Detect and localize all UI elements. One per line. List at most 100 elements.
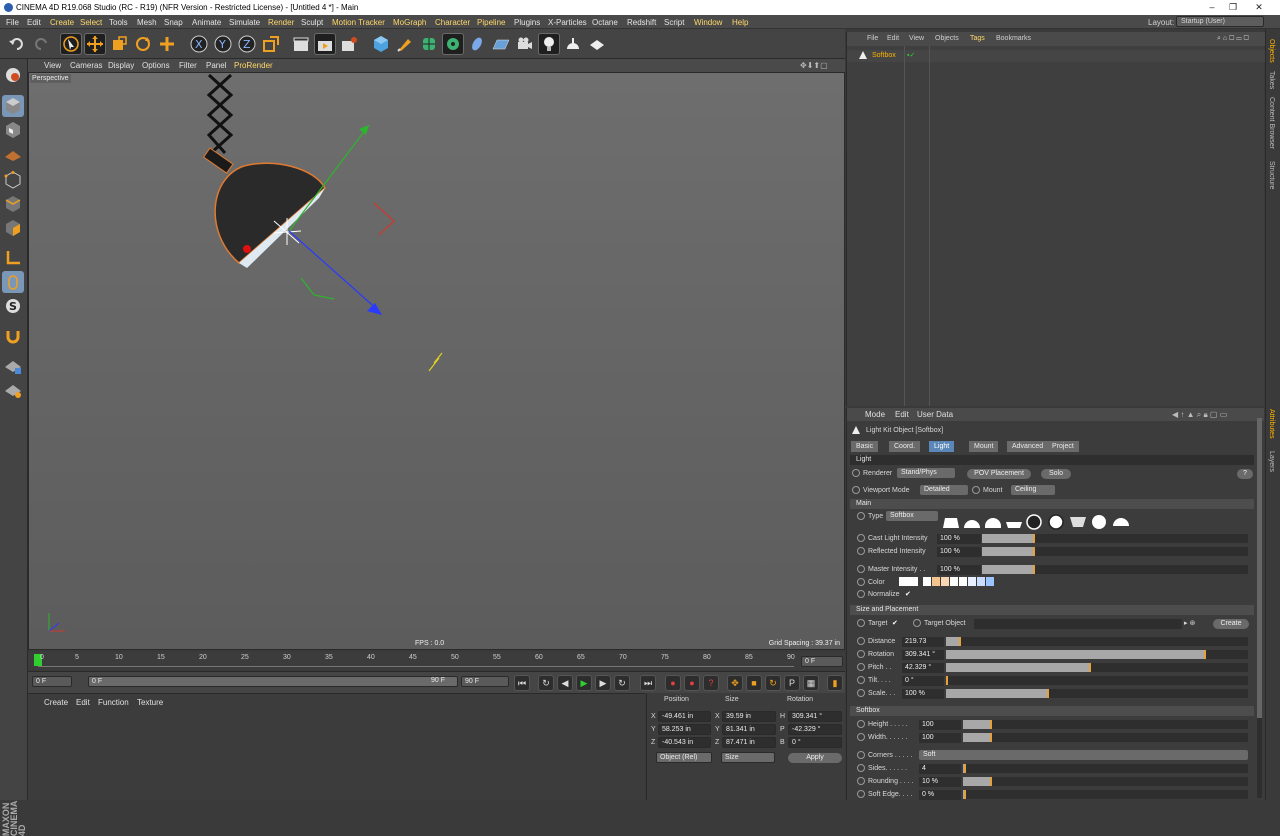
- viewport-menu-display[interactable]: Display: [108, 61, 134, 70]
- normalize-checkbox[interactable]: ✔: [905, 590, 911, 598]
- softbox-button[interactable]: [586, 33, 608, 55]
- workplane-lock-button[interactable]: [2, 355, 24, 377]
- size-x-field[interactable]: 39.59 in: [722, 711, 776, 722]
- rounding-radio[interactable]: [857, 777, 865, 785]
- menu-x-particles[interactable]: X-Particles: [548, 18, 587, 27]
- y-axis-button[interactable]: Y: [212, 33, 234, 55]
- color-radio[interactable]: [857, 578, 865, 586]
- sides-radio[interactable]: [857, 764, 865, 772]
- target-object-field[interactable]: [974, 619, 1182, 629]
- height-radio[interactable]: [857, 720, 865, 728]
- normalize-radio[interactable]: [857, 590, 865, 598]
- render-settings-button[interactable]: [338, 33, 360, 55]
- rotate-tool-button[interactable]: [132, 33, 154, 55]
- scale-slider[interactable]: [946, 689, 1248, 698]
- rotation-field[interactable]: 309.341 °: [902, 650, 944, 660]
- workplane-button[interactable]: [2, 143, 24, 165]
- timeline-layout-button[interactable]: ▮: [827, 675, 843, 691]
- subdivision-button[interactable]: [418, 33, 440, 55]
- minimize-button[interactable]: –: [1205, 2, 1219, 13]
- light-button[interactable]: [538, 33, 560, 55]
- distance-radio[interactable]: [857, 637, 865, 645]
- distance-slider[interactable]: [946, 637, 1248, 646]
- previous-frame-button[interactable]: ◀: [557, 675, 573, 691]
- create-target-button[interactable]: Create: [1213, 619, 1249, 629]
- tilt-radio[interactable]: [857, 676, 865, 684]
- tab-coord[interactable]: Coord.: [889, 441, 921, 452]
- object-row-softbox[interactable]: Softbox ▪✓: [847, 50, 1265, 62]
- target-marker[interactable]: [428, 352, 443, 372]
- scale-tool-button[interactable]: [108, 33, 130, 55]
- keyframe-selection-button[interactable]: ?: [703, 675, 719, 691]
- object-name[interactable]: Softbox: [872, 52, 896, 59]
- strip-preset-icon[interactable]: [1070, 517, 1086, 527]
- mount-select[interactable]: Ceiling: [1011, 485, 1055, 495]
- menu-script[interactable]: Script: [664, 18, 684, 27]
- attribute-nav-icons[interactable]: ◀ ↑ ▲ ⌕ 🔒︎ ▢ ▭: [1172, 410, 1227, 420]
- menu-mesh[interactable]: Mesh: [137, 18, 157, 27]
- viewport-menu-panel[interactable]: Panel: [206, 61, 226, 70]
- master-intensity-slider[interactable]: [982, 565, 1248, 574]
- color-preset-swatch[interactable]: [986, 577, 994, 586]
- light-type-presets[interactable]: [942, 512, 1142, 530]
- target-object-radio[interactable]: [913, 619, 921, 627]
- maximize-button[interactable]: ❐: [1226, 2, 1240, 13]
- menu-mograph[interactable]: MoGraph: [393, 18, 426, 27]
- next-frame-button[interactable]: ▶: [595, 675, 611, 691]
- deformer-button[interactable]: [466, 33, 488, 55]
- menu-snap[interactable]: Snap: [164, 18, 183, 27]
- renderer-radio[interactable]: [852, 469, 860, 477]
- lightkit-button[interactable]: [562, 33, 584, 55]
- viewport-menu-options[interactable]: Options: [142, 61, 170, 70]
- record-rotation-button[interactable]: ↻: [765, 675, 781, 691]
- target-checkbox[interactable]: ✔: [892, 619, 898, 627]
- viewport-menu-view[interactable]: View: [44, 61, 61, 70]
- side-tab-takes[interactable]: Takes: [1268, 71, 1275, 89]
- soft-edge-radio[interactable]: [857, 790, 865, 798]
- type-select[interactable]: Softbox: [886, 511, 938, 521]
- current-frame-field[interactable]: 0 F: [801, 656, 843, 667]
- master-intensity-field[interactable]: 100 %: [937, 565, 981, 575]
- menu-create[interactable]: Create: [50, 18, 74, 27]
- renderer-select[interactable]: Stand/Phys: [897, 468, 955, 478]
- height-field[interactable]: 100: [919, 720, 961, 730]
- attribute-menu-mode[interactable]: Mode: [865, 410, 885, 419]
- polygons-mode-button[interactable]: [2, 217, 24, 239]
- tab-project[interactable]: Project: [1047, 441, 1079, 452]
- rounding-field[interactable]: 10 %: [919, 777, 961, 787]
- go-to-end-button[interactable]: ⏭: [640, 675, 656, 691]
- menu-render[interactable]: Render: [268, 18, 294, 27]
- frame-range-slider[interactable]: 0 F: [88, 676, 458, 687]
- pitch-field[interactable]: 42.329 °: [902, 663, 944, 673]
- sides-slider[interactable]: [963, 764, 1248, 773]
- viewport-nav-icons[interactable]: ✥⬇⬆▢: [800, 61, 828, 70]
- render-view-button[interactable]: [290, 33, 312, 55]
- texture-mode-button[interactable]: [2, 119, 24, 141]
- softbox-preset-icon[interactable]: [943, 518, 959, 528]
- attribute-menu-user-data[interactable]: User Data: [917, 410, 953, 419]
- objects-menu-bookmarks[interactable]: Bookmarks: [996, 35, 1031, 42]
- dome-preset-icon[interactable]: [964, 520, 980, 528]
- viewport-menu-filter[interactable]: Filter: [179, 61, 197, 70]
- sides-field[interactable]: 4: [919, 764, 961, 774]
- menu-octane[interactable]: Octane: [592, 18, 618, 27]
- umbrella-preset-icon[interactable]: [1092, 515, 1106, 529]
- attribute-scrollbar[interactable]: [1257, 418, 1262, 798]
- color-preset-swatch[interactable]: [923, 577, 931, 586]
- material-menu-function[interactable]: Function: [98, 698, 129, 707]
- tab-mount[interactable]: Mount: [969, 441, 999, 452]
- cast-intensity-radio[interactable]: [857, 534, 865, 542]
- help-button[interactable]: ?: [1237, 469, 1253, 479]
- width-field[interactable]: 100: [919, 733, 961, 743]
- size-y-field[interactable]: 81.341 in: [722, 724, 776, 735]
- attribute-menu-edit[interactable]: Edit: [895, 410, 909, 419]
- cube-button[interactable]: [370, 33, 392, 55]
- move-tool-button[interactable]: [84, 33, 106, 55]
- menu-help[interactable]: Help: [732, 18, 748, 27]
- make-editable-button[interactable]: [2, 64, 24, 86]
- x-axis-button[interactable]: X: [188, 33, 210, 55]
- soft-edge-field[interactable]: 0 %: [919, 790, 961, 800]
- pen-button[interactable]: [394, 33, 416, 55]
- tab-light[interactable]: Light: [929, 441, 955, 452]
- menu-animate[interactable]: Animate: [192, 18, 221, 27]
